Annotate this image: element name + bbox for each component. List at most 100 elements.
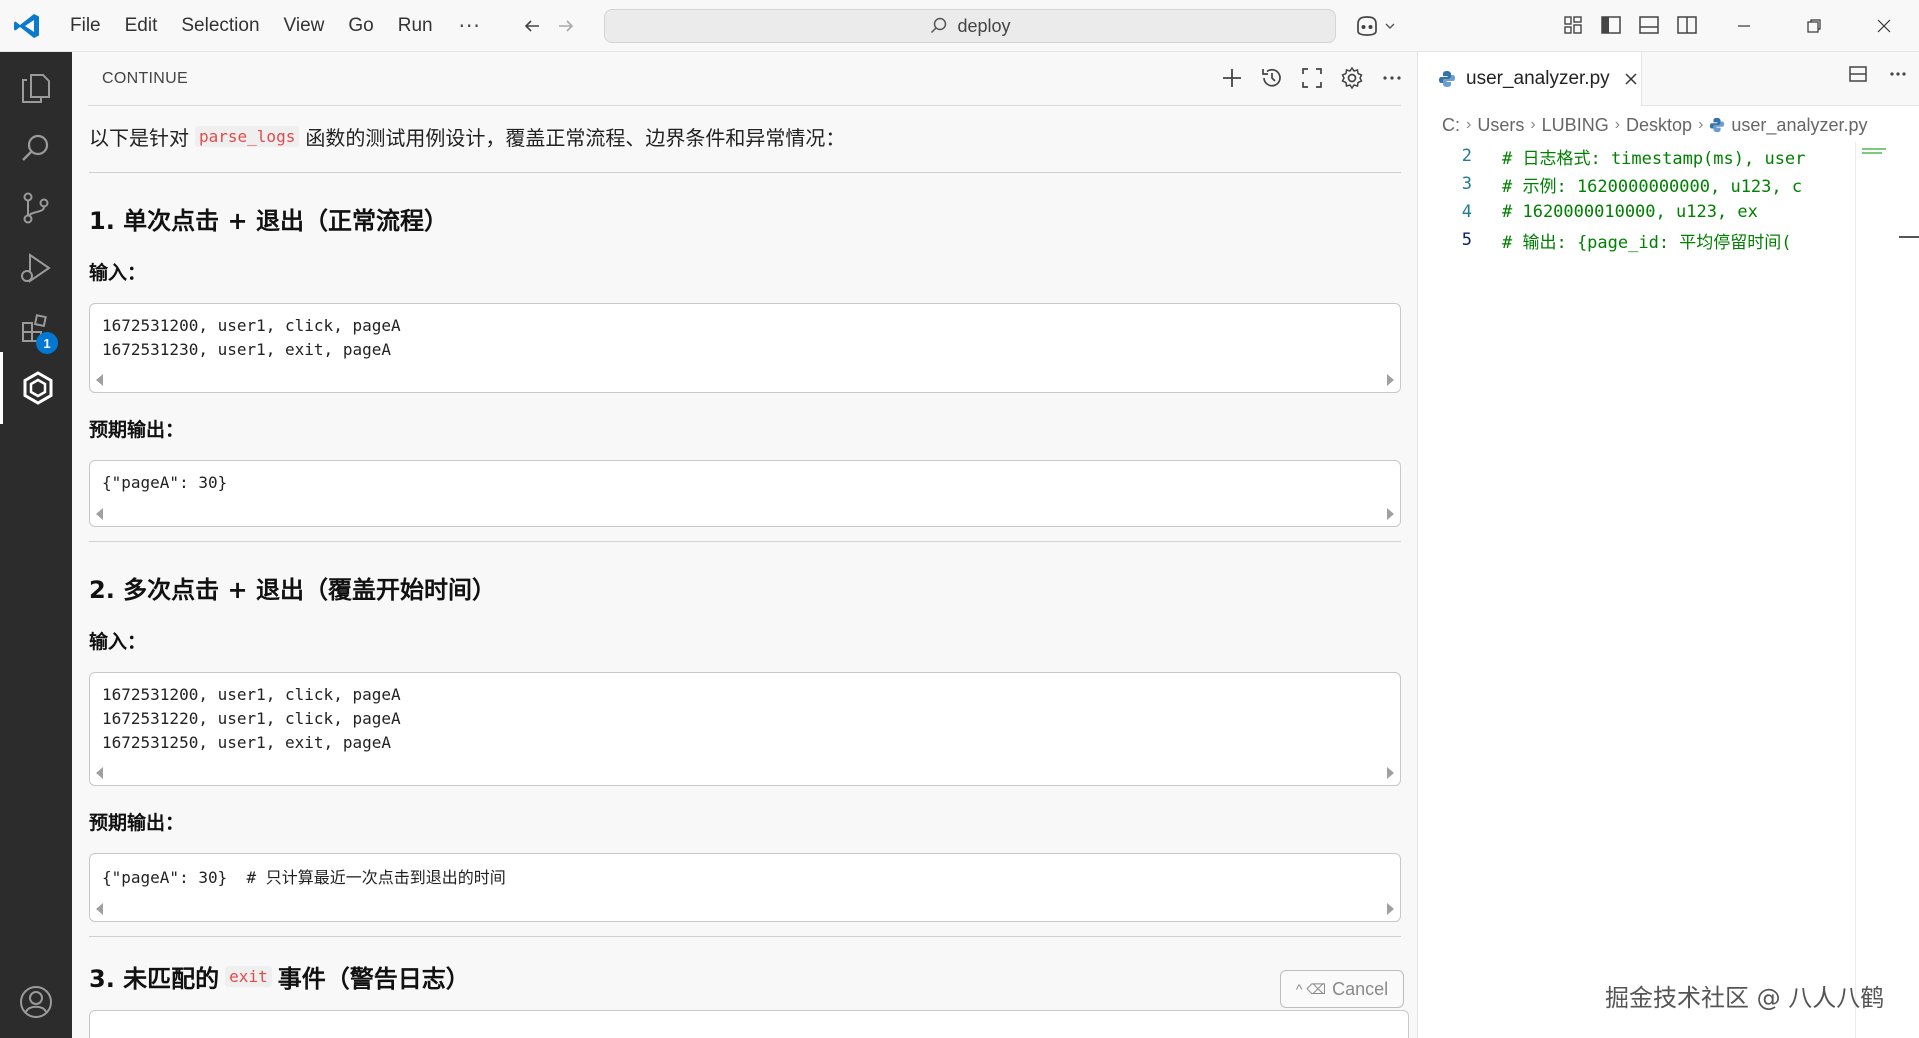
copilot-icon xyxy=(1357,16,1377,36)
editor-line: 5 # 输出: {page_id: 平均停留时间( xyxy=(1418,226,1919,254)
code-comment: # 日志格式: timestamp(ms), user xyxy=(1502,148,1806,169)
chevron-right-icon: › xyxy=(1614,116,1621,133)
cancel-button[interactable]: ^ ⌫ Cancel xyxy=(1280,970,1404,1008)
toggle-secondary-sidebar-icon[interactable] xyxy=(1674,12,1700,38)
output-label-1: 预期输出： xyxy=(89,419,185,441)
menu-view[interactable]: View xyxy=(272,0,337,52)
scroll-left-arrow-icon[interactable] xyxy=(96,767,103,779)
close-icon[interactable] xyxy=(1624,67,1638,91)
menu-file[interactable]: File xyxy=(58,0,113,52)
panel-title: CONTINUE xyxy=(102,70,188,87)
scroll-left-arrow-icon[interactable] xyxy=(96,374,103,386)
breadcrumb-item[interactable]: LUBING xyxy=(1542,115,1609,136)
tab-user-analyzer[interactable]: user_analyzer.py xyxy=(1418,52,1642,106)
code-block-input-2[interactable]: 1672531200, user1, click, pageA 16725312… xyxy=(89,672,1401,786)
line-number: 5 xyxy=(1461,230,1472,250)
scroll-left-arrow-icon[interactable] xyxy=(96,903,103,915)
code-editor[interactable]: 2 # 日志格式: timestamp(ms), user 3 # 示例: 16… xyxy=(1418,142,1919,254)
python-file-icon xyxy=(1710,117,1725,133)
section-heading-1: 1. 单次点击 + 退出（正常流程） xyxy=(89,207,448,235)
chevron-down-icon xyxy=(1385,23,1395,29)
intro-text: 以下是针对 parse_logs 函数的测试用例设计，覆盖正常流程、边界条件和异… xyxy=(89,116,1401,156)
code-line: 1672531230, user1, exit, pageA xyxy=(102,340,391,359)
code-line: {"pageA": 30} xyxy=(102,473,228,492)
code-line: {"pageA": 30} # 只计算最近一次点击到退出的时间 xyxy=(102,868,506,887)
minimap[interactable] xyxy=(1855,142,1891,1038)
history-icon[interactable] xyxy=(1257,62,1287,94)
breadcrumb-item[interactable]: user_analyzer.py xyxy=(1731,115,1867,136)
customize-layout-icon[interactable] xyxy=(1560,12,1586,38)
search-icon xyxy=(931,17,947,34)
code-comment: # 输出: {page_id: 平均停留时间( xyxy=(1502,232,1792,253)
settings-gear-icon[interactable] xyxy=(1337,62,1367,94)
code-line: 1672531200, user1, click, pageA xyxy=(102,685,401,704)
cancel-shortcut-hint: ^ ⌫ xyxy=(1295,980,1327,997)
heading-3-suffix: 事件（警告日志） xyxy=(277,965,470,993)
code-block-output-1[interactable]: {"pageA": 30} xyxy=(89,460,1401,527)
scrollbar-marker[interactable] xyxy=(1899,236,1919,238)
scroll-right-arrow-icon[interactable] xyxy=(1387,374,1394,386)
scroll-left-arrow-icon[interactable] xyxy=(96,508,103,520)
back-arrow-icon[interactable] xyxy=(515,9,549,43)
account-icon[interactable] xyxy=(0,966,72,1038)
line-number: 2 xyxy=(1461,146,1472,166)
heading-3-prefix: 3. 未匹配的 xyxy=(89,965,220,993)
forward-arrow-icon[interactable] xyxy=(549,9,583,43)
fullscreen-icon[interactable] xyxy=(1297,62,1327,94)
toggle-panel-icon[interactable] xyxy=(1636,12,1662,38)
editor-tab-bar: user_analyzer.py xyxy=(1418,52,1919,106)
scroll-right-arrow-icon[interactable] xyxy=(1387,903,1394,915)
search-text: deploy xyxy=(957,15,1011,36)
panel-divider xyxy=(88,105,1401,106)
inline-code-exit: exit xyxy=(225,966,272,987)
divider xyxy=(89,936,1401,937)
scroll-right-arrow-icon[interactable] xyxy=(1387,508,1394,520)
copilot-button[interactable] xyxy=(1354,11,1396,41)
close-window-icon[interactable] xyxy=(1849,0,1919,52)
input-label-2: 输入： xyxy=(89,631,147,653)
code-block-input-1[interactable]: 1672531200, user1, click, pageA 16725312… xyxy=(89,303,1401,393)
restore-icon[interactable] xyxy=(1779,0,1849,52)
panel-header: CONTINUE xyxy=(72,52,1417,106)
code-comment: # 1620000010000, u123, ex xyxy=(1502,202,1758,222)
toggle-primary-sidebar-icon[interactable] xyxy=(1598,12,1624,38)
new-session-icon[interactable] xyxy=(1217,62,1247,94)
split-editor-icon[interactable] xyxy=(1848,64,1868,89)
line-number: 4 xyxy=(1461,202,1472,222)
editor-line: 2 # 日志格式: timestamp(ms), user xyxy=(1418,142,1919,170)
menu-edit[interactable]: Edit xyxy=(113,0,170,52)
continue-icon[interactable] xyxy=(0,352,72,424)
code-line: 1672531250, user1, exit, pageA xyxy=(102,733,391,752)
scroll-right-arrow-icon[interactable] xyxy=(1387,767,1394,779)
vscode-logo-icon xyxy=(14,13,39,38)
breadcrumb: C: › Users › LUBING › Desktop › user_ana… xyxy=(1442,108,1868,142)
line-number: 3 xyxy=(1461,174,1472,194)
cancel-label: Cancel xyxy=(1332,978,1389,999)
python-file-icon xyxy=(1439,71,1455,87)
code-block-output-2[interactable]: {"pageA": 30} # 只计算最近一次点击到退出的时间 xyxy=(89,853,1401,922)
title-bar: File Edit Selection View Go Run ··· depl… xyxy=(0,0,1919,52)
minimap-content xyxy=(1862,148,1890,156)
section-heading-2: 2. 多次点击 + 退出（覆盖开始时间） xyxy=(89,576,496,604)
menu-selection[interactable]: Selection xyxy=(169,0,271,52)
breadcrumb-item[interactable]: Desktop xyxy=(1626,115,1692,136)
breadcrumb-item[interactable]: C: xyxy=(1442,115,1460,136)
minimize-icon[interactable] xyxy=(1709,0,1779,52)
editor-more-actions-icon[interactable] xyxy=(1888,64,1908,89)
chevron-right-icon: › xyxy=(1698,116,1704,133)
code-comment: # 示例: 1620000000000, u123, c xyxy=(1502,176,1803,197)
code-block-partial[interactable] xyxy=(89,1010,1409,1038)
menu-go[interactable]: Go xyxy=(336,0,385,52)
intro-before: 以下是针对 xyxy=(89,125,189,150)
output-label-2: 预期输出： xyxy=(89,812,185,834)
menu-more-icon[interactable]: ··· xyxy=(445,14,495,38)
divider xyxy=(89,172,1401,173)
command-center-search[interactable]: deploy xyxy=(604,9,1336,43)
breadcrumb-item[interactable]: Users xyxy=(1477,115,1524,136)
more-actions-icon[interactable] xyxy=(1377,62,1407,94)
menu-run[interactable]: Run xyxy=(386,0,445,52)
code-line: 1672531220, user1, click, pageA xyxy=(102,709,401,728)
editor-group: user_analyzer.py C: › Users › LUBING › D… xyxy=(1417,52,1919,1038)
divider xyxy=(89,541,1401,542)
extensions-badge: 1 xyxy=(36,332,58,354)
